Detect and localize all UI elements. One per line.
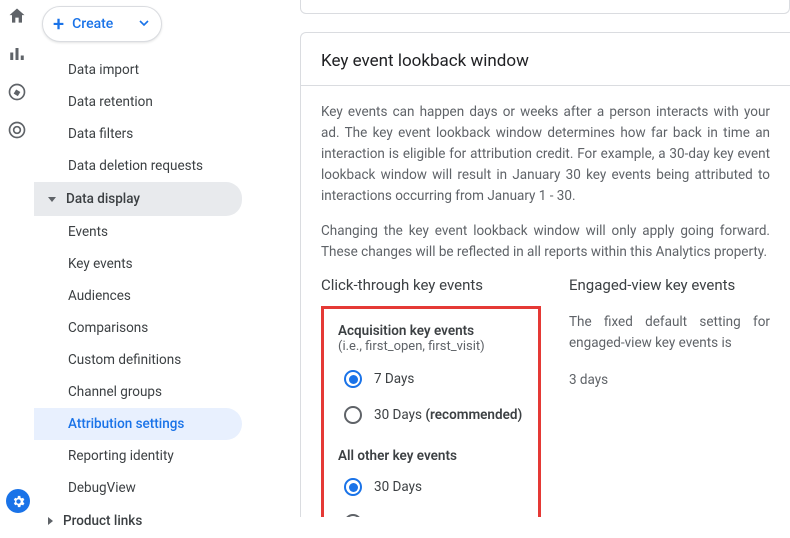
nav-section-data-display[interactable]: Data display xyxy=(34,182,242,216)
engaged-value: 3 days xyxy=(569,372,770,388)
acq-option-7days[interactable]: 7 Days xyxy=(338,364,524,394)
radio-icon xyxy=(344,370,362,388)
acq-group: Acquisition key events (i.e., first_open… xyxy=(338,323,524,430)
nav-item-data-deletion[interactable]: Data deletion requests xyxy=(34,150,242,182)
radio-label: 7 Days xyxy=(374,371,414,387)
section-label: Product links xyxy=(63,513,142,529)
nav-section-product-links[interactable]: Product links xyxy=(34,504,242,538)
other-option-30days[interactable]: 30 Days xyxy=(338,472,524,502)
nav-item-data-retention[interactable]: Data retention xyxy=(34,86,242,118)
nav-item-comparisons[interactable]: Comparisons xyxy=(34,312,242,344)
sidebar: + Create Data import Data retention Data… xyxy=(34,0,250,517)
acq-option-30days[interactable]: 30 Days (recommended) xyxy=(338,400,524,430)
card-desc-1: Key events can happen days or weeks afte… xyxy=(321,102,770,207)
nav-item-debugview[interactable]: DebugView xyxy=(34,472,242,504)
card-title: Key event lookback window xyxy=(321,51,770,71)
create-label: Create xyxy=(72,16,113,32)
nav-item-events[interactable]: Events xyxy=(34,216,242,248)
caret-down-icon xyxy=(48,197,56,202)
engaged-title: Engaged-view key events xyxy=(569,276,770,294)
other-group: All other key events 30 Days 60 Days 90 … xyxy=(338,448,524,517)
nav-item-channel-groups[interactable]: Channel groups xyxy=(34,376,242,408)
other-title: All other key events xyxy=(338,448,524,464)
click-through-title: Click-through key events xyxy=(321,276,541,294)
ads-icon[interactable] xyxy=(7,120,27,140)
explore-icon[interactable] xyxy=(7,82,27,102)
home-icon[interactable] xyxy=(7,6,27,26)
settings-button[interactable] xyxy=(6,489,30,513)
acq-title: Acquisition key events xyxy=(338,323,524,339)
nav-item-attribution-settings[interactable]: Attribution settings xyxy=(34,408,242,440)
card-desc-2: Changing the key event lookback window w… xyxy=(321,221,770,263)
radio-icon xyxy=(344,478,362,496)
nav-item-data-filters[interactable]: Data filters xyxy=(34,118,242,150)
click-through-column: Click-through key events Acquisition key… xyxy=(321,276,541,517)
data-display-items: Events Key events Audiences Comparisons … xyxy=(34,216,250,504)
plus-icon: + xyxy=(53,14,64,34)
radio-icon xyxy=(344,406,362,424)
icon-rail xyxy=(0,0,34,517)
highlight-box: Acquisition key events (i.e., first_open… xyxy=(321,306,541,517)
section-label: Data display xyxy=(66,191,140,207)
radio-label: 30 Days xyxy=(374,479,422,495)
caret-right-icon xyxy=(48,517,53,525)
nav-list: Data import Data retention Data filters … xyxy=(34,54,250,538)
other-option-60days[interactable]: 60 Days xyxy=(338,508,524,517)
radio-label: 30 Days (recommended) xyxy=(374,407,522,423)
nav-item-audiences[interactable]: Audiences xyxy=(34,280,242,312)
divider xyxy=(301,85,790,86)
nav-item-custom-definitions[interactable]: Custom definitions xyxy=(34,344,242,376)
nav-item-data-import[interactable]: Data import xyxy=(34,54,242,86)
chevron-down-icon xyxy=(139,16,149,32)
prev-card-bottom xyxy=(300,0,790,14)
engaged-view-column: Engaged-view key events The fixed defaul… xyxy=(569,276,770,517)
engaged-desc: The fixed default setting for engaged-vi… xyxy=(569,312,770,354)
lookback-card: Key event lookback window Key events can… xyxy=(300,32,790,517)
nav-item-key-events[interactable]: Key events xyxy=(34,248,242,280)
bar-chart-icon[interactable] xyxy=(7,44,27,64)
create-button[interactable]: + Create xyxy=(42,6,162,42)
columns: Click-through key events Acquisition key… xyxy=(321,276,770,517)
nav-item-reporting-identity[interactable]: Reporting identity xyxy=(34,440,242,472)
acq-sub: (i.e., first_open, first_visit) xyxy=(338,339,524,354)
main-content: Key event lookback window Key events can… xyxy=(250,0,790,517)
